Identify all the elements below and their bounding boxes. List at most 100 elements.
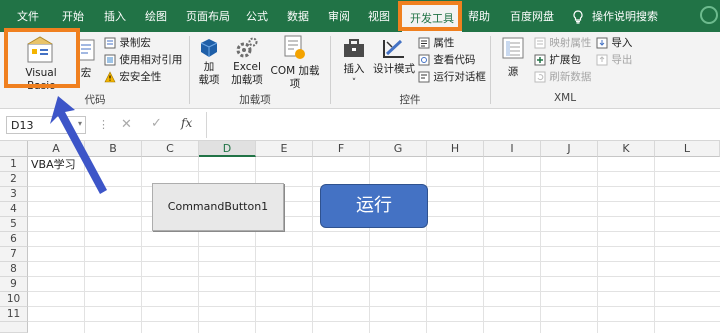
grid-line (540, 157, 541, 333)
tab-draw[interactable]: 绘图 (145, 0, 167, 32)
refresh-data-button[interactable]: 刷新数据 (534, 70, 591, 85)
map-properties-label: 映射属性 (549, 37, 592, 49)
developer-ribbon: Visual Basic 宏 录制宏 使用相对引用 宏安全性 代码 加 载项 E… (0, 32, 720, 109)
row-header[interactable]: 4 (0, 202, 28, 217)
run-dialog-button[interactable]: 运行对话框 (418, 70, 486, 85)
properties-icon (418, 37, 430, 49)
view-code-icon (418, 54, 430, 66)
grid-line (28, 171, 720, 172)
tab-review[interactable]: 审阅 (328, 0, 350, 32)
grid-line (312, 157, 313, 333)
xml-source-button[interactable]: 源 (498, 36, 528, 79)
xml-import-label: 导入 (611, 37, 633, 49)
developer-tab-highlight (398, 1, 462, 31)
row-header[interactable]: 9 (0, 277, 28, 292)
view-code-button[interactable]: 查看代码 (418, 53, 475, 68)
row-header-partial[interactable] (0, 322, 28, 333)
insert-control-label: 插入 (343, 63, 365, 75)
column-header[interactable]: B (85, 141, 142, 157)
xml-import-button[interactable]: 导入 (596, 36, 632, 51)
column-header[interactable]: L (655, 141, 720, 157)
tab-data[interactable]: 数据 (287, 0, 309, 32)
worksheet-grid[interactable]: A B C D E F G H I J K L 1 2 3 4 5 6 7 8 … (0, 141, 720, 333)
grid-line (84, 157, 85, 333)
insert-control-button[interactable]: 插入 ˅ (338, 34, 370, 90)
addins-icon (200, 39, 218, 57)
column-header[interactable]: A (28, 141, 85, 157)
column-header[interactable]: K (598, 141, 655, 157)
toolbox-icon (344, 39, 364, 57)
command-button-1[interactable]: CommandButton1 (152, 183, 284, 231)
ribbon-separator (330, 36, 331, 104)
column-header-selected[interactable]: D (199, 141, 256, 157)
record-macro-icon (104, 37, 116, 49)
name-box[interactable]: D13 (6, 116, 86, 134)
design-mode-button[interactable]: 设计模式 (372, 34, 416, 76)
insert-function-icon[interactable]: fx (181, 116, 192, 130)
name-box-dropdown-icon[interactable]: ▾ (78, 119, 82, 128)
run-button[interactable]: 运行 (320, 184, 428, 228)
column-header[interactable]: E (256, 141, 313, 157)
macro-security-button[interactable]: 宏安全性 (104, 70, 161, 85)
confirm-icon[interactable]: ✓ (151, 116, 162, 131)
tell-me-search[interactable]: 操作说明搜索 (592, 0, 658, 32)
row-header[interactable]: 7 (0, 247, 28, 262)
map-properties-icon (534, 37, 546, 49)
warning-icon (104, 71, 116, 83)
column-header[interactable]: C (142, 141, 199, 157)
cell-a1[interactable]: VBA学习 (28, 157, 76, 172)
column-header[interactable]: F (313, 141, 370, 157)
com-addins-icon (284, 35, 305, 59)
macro-security-label: 宏安全性 (119, 71, 162, 83)
design-mode-label: 设计模式 (373, 63, 415, 75)
tab-help[interactable]: 帮助 (468, 0, 490, 32)
grid-line (28, 306, 720, 307)
relative-refs-button[interactable]: 使用相对引用 (104, 53, 182, 68)
row-header[interactable]: 11 (0, 307, 28, 322)
record-macro-button[interactable]: 录制宏 (104, 36, 151, 51)
cancel-icon[interactable]: ✕ (121, 117, 132, 132)
column-header[interactable]: I (484, 141, 541, 157)
tab-formulas[interactable]: 公式 (246, 0, 268, 32)
properties-label: 属性 (433, 37, 455, 49)
excel-addins-label-2: 加载项 (231, 74, 263, 86)
window-corner-icon (700, 6, 718, 24)
row-header[interactable]: 6 (0, 232, 28, 247)
controls-group-label: 控件 (399, 94, 421, 106)
column-header[interactable]: J (541, 141, 598, 157)
map-properties-button[interactable]: 映射属性 (534, 36, 591, 51)
record-macro-label: 录制宏 (119, 37, 151, 49)
tab-view[interactable]: 视图 (368, 0, 390, 32)
column-header[interactable]: H (427, 141, 484, 157)
formula-input[interactable] (206, 112, 719, 138)
xml-group-label: XML (553, 92, 577, 104)
visual-basic-highlight (4, 28, 80, 88)
select-all-corner[interactable] (0, 141, 28, 157)
row-header[interactable]: 1 (0, 157, 28, 172)
run-dialog-icon (418, 71, 430, 83)
row-header[interactable]: 3 (0, 187, 28, 202)
row-header[interactable]: 8 (0, 262, 28, 277)
ribbon-separator (490, 36, 491, 104)
grid-line (28, 261, 720, 262)
excel-addins-button[interactable]: Excel 加载项 (230, 34, 264, 87)
properties-button[interactable]: 属性 (418, 36, 454, 51)
column-header[interactable]: G (370, 141, 427, 157)
tab-insert[interactable]: 插入 (104, 0, 126, 32)
row-header[interactable]: 5 (0, 217, 28, 232)
ribbon-separator (189, 36, 190, 104)
tab-page-layout[interactable]: 页面布局 (186, 0, 230, 32)
row-header[interactable]: 10 (0, 292, 28, 307)
grid-line (426, 157, 427, 333)
com-addins-button[interactable]: COM 加载项 (266, 34, 324, 91)
relative-refs-label: 使用相对引用 (119, 54, 183, 66)
expansion-packs-label: 扩展包 (549, 54, 581, 66)
tab-baidu-netdisk[interactable]: 百度网盘 (510, 0, 554, 32)
xml-source-label: 源 (507, 66, 519, 78)
addins-button[interactable]: 加 载项 (196, 34, 222, 87)
row-header[interactable]: 2 (0, 172, 28, 187)
grid-line (483, 157, 484, 333)
grid-line (28, 321, 720, 322)
xml-export-button[interactable]: 导出 (596, 53, 632, 68)
expansion-packs-button[interactable]: 扩展包 (534, 53, 581, 68)
